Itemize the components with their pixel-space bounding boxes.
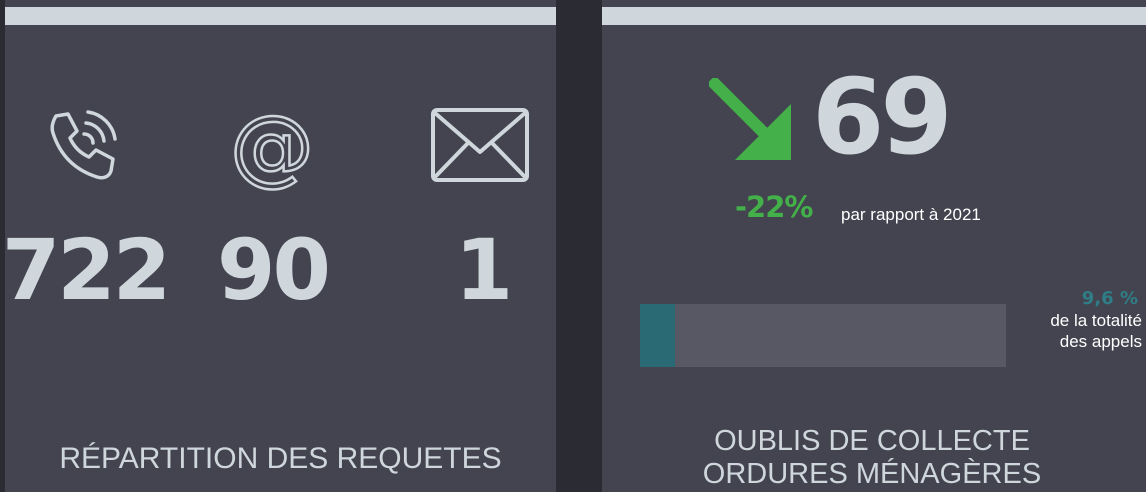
mail-requests-count: 1 [454, 221, 513, 319]
change-comparison-text: par rapport à 2021 [841, 205, 981, 224]
requests-panel: @ 722 90 1 RÉPARTITION DES REQUETES [2, 0, 556, 492]
svg-text:@: @ [232, 103, 312, 191]
panel-top-bar [602, 7, 1146, 25]
share-percent: 9,6 % [1081, 288, 1138, 309]
share-progress-bar [640, 304, 1006, 367]
share-text-line1: de la totalité [1050, 311, 1142, 330]
share-description: de la totalité des appels [1002, 310, 1142, 352]
phone-icon [42, 106, 122, 186]
share-progress-fill [640, 304, 676, 367]
caption-line1: OUBLIS DE COLLECTE [714, 425, 1030, 457]
at-icon: @ [232, 103, 312, 191]
share-text-line2: des appels [1059, 332, 1142, 351]
envelope-icon [430, 107, 530, 183]
email-requests-count: 90 [217, 221, 331, 319]
requests-caption: RÉPARTITION DES REQUETES [59, 442, 502, 475]
caption-line2: ORDURES MÉNAGÈRES [702, 458, 1042, 490]
missed-collection-panel: 69 -22% par rapport à 2021 9,6 % de la t… [602, 0, 1146, 492]
arrow-down-right-icon [706, 75, 793, 166]
phone-requests-count: 722 [1, 221, 171, 319]
missed-collection-caption: OUBLIS DE COLLECTE ORDURES MÉNAGÈRES [622, 425, 1122, 491]
change-percent: -22% [735, 190, 813, 224]
missed-collection-value: 69 [812, 56, 953, 178]
panel-top-bar [5, 7, 556, 25]
